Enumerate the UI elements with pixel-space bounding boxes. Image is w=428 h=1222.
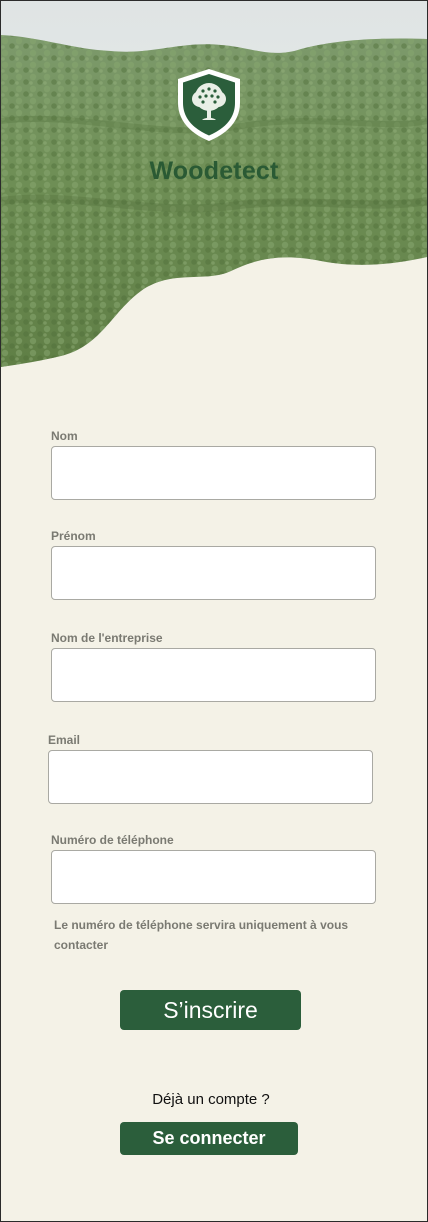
telephone-input[interactable] bbox=[51, 850, 376, 904]
tree-shield-icon bbox=[176, 67, 242, 143]
nom-input[interactable] bbox=[51, 446, 376, 500]
prenom-input[interactable] bbox=[51, 546, 376, 600]
signup-button[interactable]: S’inscrire bbox=[120, 990, 301, 1030]
app-title: Woodetect bbox=[149, 157, 279, 185]
nom-label: Nom bbox=[51, 429, 78, 443]
prenom-label: Prénom bbox=[51, 529, 96, 543]
forest-hero-image bbox=[1, 1, 427, 373]
phone-helper-text: Le numéro de téléphone servira uniquemen… bbox=[54, 918, 349, 952]
entreprise-input[interactable] bbox=[51, 648, 376, 702]
login-button[interactable]: Se connecter bbox=[120, 1122, 298, 1155]
email-input[interactable] bbox=[48, 750, 373, 804]
already-account-text: Déjà un compte ? bbox=[152, 1091, 270, 1108]
email-label: Email bbox=[48, 733, 81, 747]
signup-screen: Woodetect Nom Prénom Nom de l'entreprise… bbox=[0, 0, 428, 1222]
telephone-label: Numéro de téléphone bbox=[51, 833, 174, 847]
entreprise-label: Nom de l'entreprise bbox=[51, 631, 163, 645]
